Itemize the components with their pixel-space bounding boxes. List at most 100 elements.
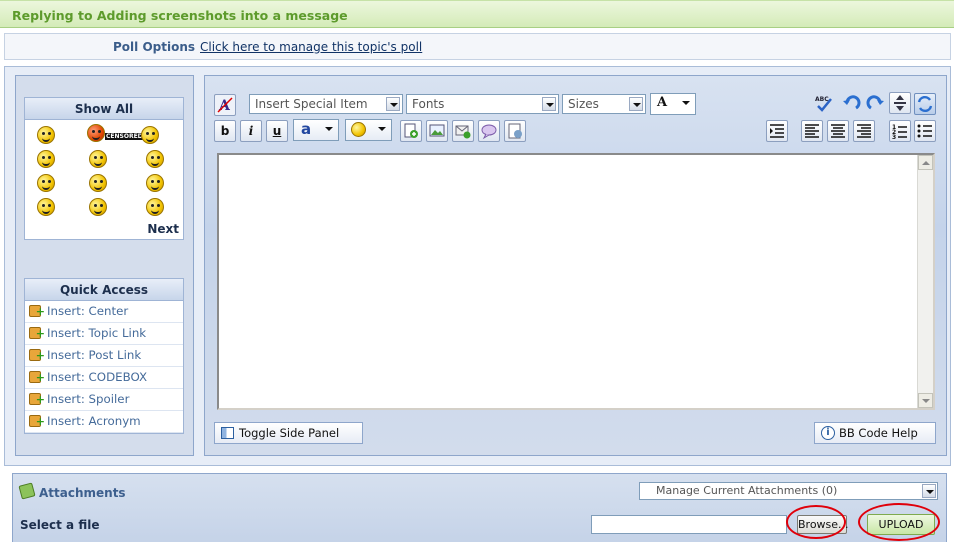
chevron-arrow	[922, 484, 936, 498]
bb-code-help-label: BB Code Help	[839, 426, 918, 440]
text-color-select[interactable]: A	[650, 93, 696, 115]
chevron-down-icon	[386, 97, 400, 111]
emoticon-icon[interactable]	[37, 150, 55, 168]
sizes-select[interactable]: Sizes	[562, 94, 646, 114]
emoticons-box: Show All CENSORED Next	[24, 97, 184, 240]
bold-button[interactable]: b	[214, 120, 236, 142]
svg-text:3: 3	[892, 134, 896, 141]
insert-email-icon[interactable]	[452, 120, 474, 142]
unordered-list-icon[interactable]	[914, 120, 936, 142]
quick-access-header: Quick Access	[25, 279, 183, 301]
quick-access-item[interactable]: Insert: Spoiler	[25, 389, 183, 411]
upload-button[interactable]: UPLOAD	[867, 514, 935, 535]
quick-access-label: Insert: Acronym	[47, 414, 141, 428]
quick-access-item[interactable]: Insert: Acronym	[25, 411, 183, 433]
italic-button[interactable]: i	[240, 120, 262, 142]
scroll-down-icon[interactable]	[918, 393, 933, 408]
manage-poll-link[interactable]: Click here to manage this topic's poll	[200, 40, 422, 54]
align-center-icon[interactable]	[827, 120, 849, 142]
resize-editor-icon[interactable]	[889, 92, 911, 114]
emoticon-icon[interactable]	[37, 126, 55, 144]
emoticon-select[interactable]	[345, 119, 392, 141]
emoticon-icon[interactable]	[89, 150, 107, 168]
poll-options-bar: Poll Options Click here to manage this t…	[4, 33, 951, 60]
emoticon-icon[interactable]	[146, 150, 164, 168]
editor-panel: A Insert Special Item Fonts Sizes A ABC …	[204, 75, 947, 456]
emoticon-icon[interactable]	[146, 198, 164, 216]
editor-container: Show All CENSORED Next Quick Access Inse…	[4, 66, 951, 466]
attachments-panel: Attachments Manage Current Attachments (…	[12, 473, 947, 542]
quick-access-label: Insert: CODEBOX	[47, 370, 148, 384]
indent-icon[interactable]	[766, 120, 788, 142]
toggle-side-panel-button[interactable]: Toggle Side Panel	[214, 422, 363, 444]
fonts-select[interactable]: Fonts	[406, 94, 559, 114]
insert-plugin-icon	[29, 323, 45, 344]
switch-editor-mode-icon[interactable]	[914, 93, 936, 115]
show-all-emoticons-link[interactable]: Show All	[25, 98, 183, 120]
insert-special-item-select[interactable]: Insert Special Item	[249, 94, 403, 114]
emoticon-icon[interactable]	[89, 198, 107, 216]
insert-code-icon[interactable]	[504, 120, 526, 142]
quick-access-label: Insert: Post Link	[47, 348, 142, 362]
chevron-down-icon	[922, 484, 936, 498]
textarea-scrollbar[interactable]	[917, 155, 933, 408]
file-path-input[interactable]	[591, 515, 787, 534]
side-panel: Show All CENSORED Next Quick Access Inse…	[15, 75, 194, 456]
select-value: A	[657, 95, 668, 110]
quick-access-box: Quick Access Insert: Center Insert: Topi…	[24, 278, 184, 434]
chevron-down-icon	[679, 96, 693, 110]
select-value: Manage Current Attachments (0)	[656, 484, 838, 497]
quick-access-label: Insert: Spoiler	[47, 392, 130, 406]
insert-plugin-icon	[29, 367, 45, 388]
message-textarea[interactable]	[217, 153, 935, 410]
emoticon-icon[interactable]	[37, 198, 55, 216]
quick-access-item[interactable]: Insert: Center	[25, 301, 183, 323]
select-file-label: Select a file	[20, 518, 100, 532]
redo-icon[interactable]	[865, 93, 887, 115]
insert-plugin-icon	[29, 345, 45, 366]
undo-icon[interactable]	[840, 93, 862, 115]
scroll-up-icon[interactable]	[918, 155, 933, 170]
quick-access-label: Insert: Center	[47, 304, 129, 318]
manage-attachments-select[interactable]: Manage Current Attachments (0)	[639, 482, 938, 500]
info-icon: i	[821, 426, 835, 440]
underline-button[interactable]: u	[266, 120, 288, 142]
insert-link-icon[interactable]	[400, 120, 422, 142]
chevron-down-icon	[375, 122, 389, 136]
align-right-icon[interactable]	[853, 120, 875, 142]
emoticon-icon[interactable]	[37, 174, 55, 192]
font-color-select[interactable]: a	[293, 119, 339, 141]
emoticon-icon[interactable]	[146, 174, 164, 192]
quick-access-item[interactable]: Insert: CODEBOX	[25, 367, 183, 389]
quick-access-label: Insert: Topic Link	[47, 326, 147, 340]
ordered-list-icon[interactable]: 123	[889, 120, 911, 142]
insert-plugin-icon	[29, 411, 45, 432]
insert-quote-icon[interactable]	[478, 120, 500, 142]
censored-label: CENSORED	[105, 133, 144, 140]
poll-options-label: Poll Options	[113, 40, 196, 54]
align-left-icon[interactable]	[801, 120, 823, 142]
attachments-title: Attachments	[39, 486, 126, 500]
remove-format-icon[interactable]: A	[214, 94, 236, 116]
side-panel-icon	[221, 427, 234, 439]
browse-button[interactable]: Browse...	[797, 515, 849, 534]
smiley-icon	[351, 122, 366, 137]
select-value: a	[301, 120, 312, 138]
spellcheck-icon[interactable]: ABC	[813, 93, 835, 115]
chevron-down-icon	[629, 97, 643, 111]
quick-access-item[interactable]: Insert: Topic Link	[25, 323, 183, 345]
emoticon-icon[interactable]	[89, 174, 107, 192]
toggle-side-panel-label: Toggle Side Panel	[239, 426, 340, 440]
censored-emoticon-icon[interactable]	[87, 124, 105, 142]
bb-code-help-button[interactable]: i BB Code Help	[814, 422, 936, 444]
insert-image-icon[interactable]	[426, 120, 448, 142]
attachment-icon	[18, 482, 36, 500]
title-bar: Replying to Adding screenshots into a me…	[0, 0, 954, 28]
emoticon-icon[interactable]	[141, 126, 159, 144]
chevron-down-icon	[542, 97, 556, 111]
insert-plugin-icon	[29, 389, 45, 410]
page-title: Replying to Adding screenshots into a me…	[12, 8, 348, 23]
next-emoticons-link[interactable]: Next	[147, 222, 179, 236]
select-value: Sizes	[568, 97, 599, 111]
quick-access-item[interactable]: Insert: Post Link	[25, 345, 183, 367]
